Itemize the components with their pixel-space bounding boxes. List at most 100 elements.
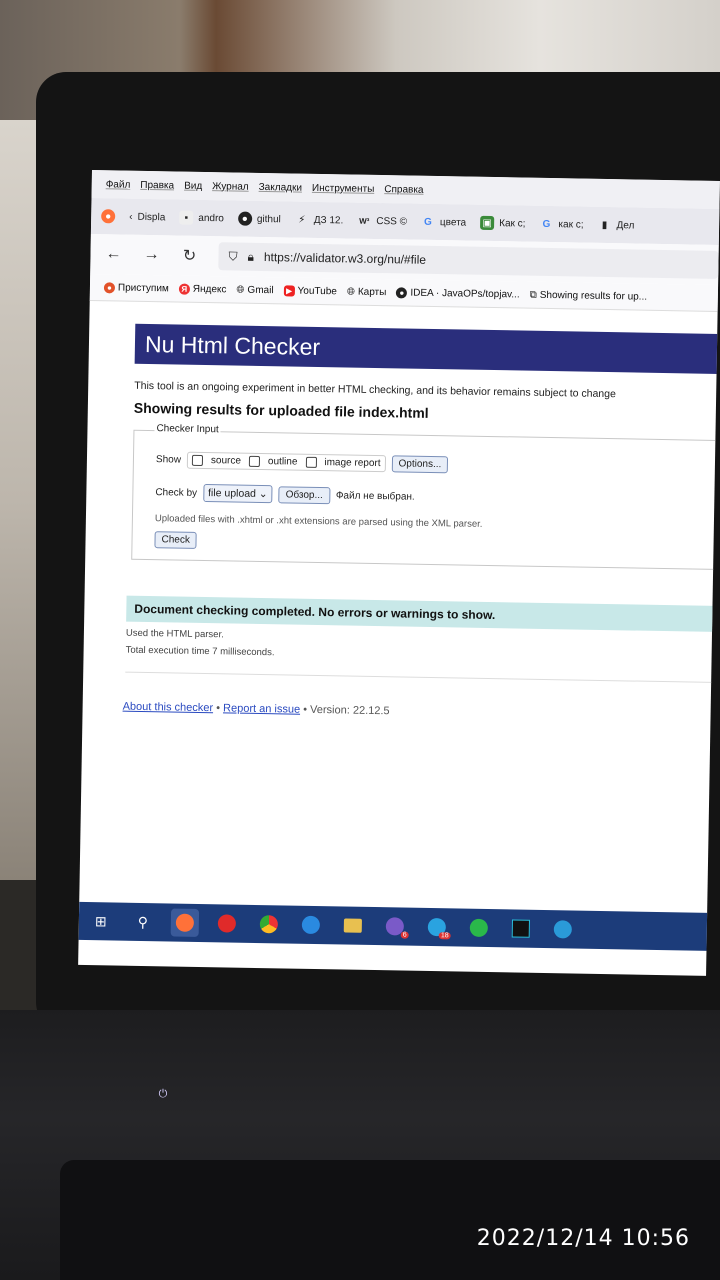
results-heading: Showing results for uploaded file index.… xyxy=(133,399,429,421)
divider xyxy=(125,671,720,684)
github-icon: ● xyxy=(396,286,408,299)
chrome-icon[interactable] xyxy=(255,910,283,938)
menu-bookmarks[interactable]: Закладки xyxy=(259,181,302,193)
tab-displa[interactable]: ‹ Displa xyxy=(129,211,165,223)
telegram-badge: 18 xyxy=(438,932,451,940)
chevron-down-icon: ⌄ xyxy=(258,487,268,501)
firefox-icon: ● xyxy=(101,209,116,224)
viber-icon[interactable]: 6 xyxy=(381,912,409,940)
image-report-checkbox[interactable] xyxy=(305,456,317,468)
page-title: Nu Html Checker xyxy=(134,323,720,375)
forward-arrow-icon[interactable]: → xyxy=(142,246,160,264)
source-label: source xyxy=(210,455,242,467)
firefox-icon: ● xyxy=(103,281,116,293)
menu-history[interactable]: Журнал xyxy=(212,181,249,193)
bookmark-yandex[interactable]: Я Яндекс xyxy=(178,283,227,295)
checker-input-fieldset: Checker Input Show source outline image … xyxy=(131,423,720,571)
success-message: Document checking completed. No errors o… xyxy=(126,595,720,633)
parser-note-row: Uploaded files with .xhtml or .xht exten… xyxy=(155,513,483,530)
bookmark-gmail[interactable]: 🌐︎ Gmail xyxy=(236,284,273,296)
tab-icon: ▮ xyxy=(601,219,608,231)
bookmark-maps[interactable]: 🌐︎ Карты xyxy=(347,286,387,298)
source-checkbox[interactable] xyxy=(191,454,204,466)
check-row: Check xyxy=(154,531,198,549)
report-issue-link[interactable]: Report an issue xyxy=(223,702,300,715)
back-icon: ‹ xyxy=(129,211,133,223)
globe-icon: 🌐︎ xyxy=(346,285,355,298)
tab-how2[interactable]: Gкак с; xyxy=(539,217,584,232)
bolt-icon: ⚡ xyxy=(298,214,306,226)
power-icon: ⏻ xyxy=(158,1088,168,1100)
outline-label: outline xyxy=(267,456,298,468)
tab-icon: ▣ xyxy=(480,215,495,231)
webstorm-icon[interactable] xyxy=(507,914,535,942)
bookmark-start[interactable]: ● Приступим xyxy=(103,281,169,294)
reload-icon[interactable]: ↻ xyxy=(180,246,198,266)
telegram-icon[interactable]: 18 xyxy=(423,913,451,941)
firefox-taskbar-icon[interactable] xyxy=(170,908,200,937)
check-by-row: Check by file upload ⌄ Обзор... Файл не … xyxy=(155,483,415,506)
about-link[interactable]: About this checker xyxy=(123,701,214,715)
google-icon: G xyxy=(424,216,432,228)
page-footer: About this checker • Report an issue • V… xyxy=(123,701,711,723)
address-bar[interactable]: ⛉ 🔒︎ https://validator.w3.org/nu/#file xyxy=(218,242,719,279)
tab-dz[interactable]: ⚡ ДЗ 12. xyxy=(295,213,344,228)
options-button[interactable]: Options... xyxy=(391,455,449,474)
tab-how1[interactable]: ▣ Как с; xyxy=(480,215,526,231)
bookmark-results[interactable]: ⧉ Showing results for up... xyxy=(530,289,648,302)
show-row: Show source outline image report Options… xyxy=(155,451,449,474)
page-content: Nu Html Checker This tool is an ongoing … xyxy=(80,301,720,894)
bookmark-youtube[interactable]: ▶ YouTube xyxy=(283,284,337,297)
windows-taskbar: ⊞ ⚲ 6 18 xyxy=(78,901,716,951)
intro-text: This tool is an ongoing experiment in be… xyxy=(134,379,616,401)
tab-css[interactable]: W³ CSS © xyxy=(357,214,407,229)
github-icon: ● xyxy=(237,211,253,226)
xml-parser-note: Uploaded files with .xhtml or .xht exten… xyxy=(154,513,483,530)
menu-tools[interactable]: Инструменты xyxy=(312,182,375,194)
check-button[interactable]: Check xyxy=(154,531,198,549)
url-text: https://validator.w3.org/nu/#file xyxy=(263,250,427,267)
image-report-label: image report xyxy=(324,457,381,470)
menu-view[interactable]: Вид xyxy=(184,180,202,191)
menu-file[interactable]: Файл xyxy=(106,179,131,190)
version-text: • Version: 22.12.5 xyxy=(300,703,390,718)
browse-button[interactable]: Обзор... xyxy=(278,485,331,504)
check-by-value: file upload xyxy=(207,487,257,500)
photo-timestamp: 2022/12/14 10:56 xyxy=(476,1226,690,1251)
checker-input-legend: Checker Input xyxy=(154,423,221,436)
file-status: Файл не выбран. xyxy=(335,489,415,503)
folder-icon[interactable] xyxy=(339,911,367,939)
google-icon: G xyxy=(542,218,551,230)
tab-github[interactable]: ● githul xyxy=(237,211,281,227)
keyboard-area xyxy=(60,1160,720,1280)
show-options: source outline image report xyxy=(186,451,386,473)
windows-start-icon[interactable]: ⊞ xyxy=(87,907,115,935)
youtube-icon: ▶ xyxy=(283,284,295,297)
execution-time: Total execution time 7 milliseconds. xyxy=(125,644,275,659)
back-arrow-icon[interactable]: ← xyxy=(104,245,122,263)
tab-andro[interactable]: ▪ andro xyxy=(179,210,224,226)
check-by-label: Check by xyxy=(155,486,198,499)
outline-checkbox[interactable] xyxy=(248,455,261,467)
menu-edit[interactable]: Правка xyxy=(140,179,174,191)
edge-icon[interactable] xyxy=(549,915,577,943)
bookmark-idea[interactable]: ● IDEA · JavaOPs/topjav... xyxy=(396,286,520,300)
w3-icon: W³ xyxy=(359,216,370,226)
yandex-icon: Я xyxy=(178,283,190,295)
shield-icon: ⛉ xyxy=(228,248,238,264)
docker-icon[interactable] xyxy=(297,911,325,939)
check-by-select[interactable]: file upload ⌄ xyxy=(202,483,273,504)
search-icon[interactable]: ⚲ xyxy=(129,908,157,936)
laptop-screen: Файл Правка Вид Журнал Закладки Инструме… xyxy=(78,170,720,976)
lock-icon: 🔒︎ xyxy=(247,249,255,264)
viber-badge: 6 xyxy=(400,931,409,939)
tab-icon: ▪ xyxy=(179,210,194,225)
w3-icon: ⧉ xyxy=(529,289,537,301)
show-label: Show xyxy=(155,454,182,466)
menu-help[interactable]: Справка xyxy=(384,184,423,196)
tab-colors[interactable]: Gцвета xyxy=(421,215,466,230)
globe-icon: 🌐︎ xyxy=(236,284,245,296)
whatsapp-icon[interactable] xyxy=(465,914,493,942)
tab-del[interactable]: ▮ Дел xyxy=(597,218,635,233)
opera-icon[interactable] xyxy=(213,909,241,937)
